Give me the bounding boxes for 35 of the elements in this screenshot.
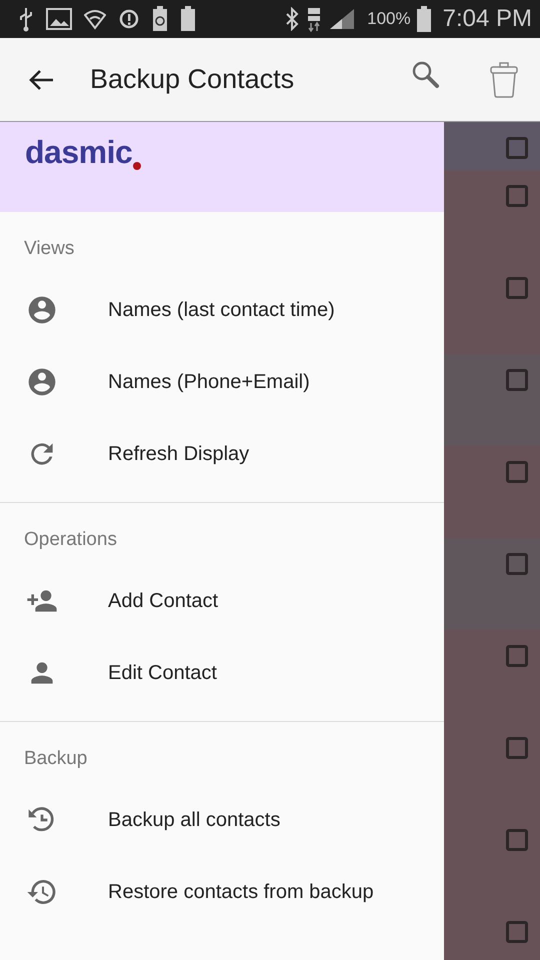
checkbox[interactable] — [506, 921, 528, 943]
checkbox[interactable] — [506, 185, 528, 207]
logo: dasmic — [25, 134, 132, 171]
menu-item[interactable]: Names (last contact time) — [0, 274, 444, 346]
menu-item[interactable]: Edit Contact — [0, 637, 444, 709]
menu-item[interactable]: Add Contact — [0, 565, 444, 637]
menu-item[interactable]: Refresh Display — [0, 418, 444, 490]
checkbox[interactable] — [506, 277, 528, 299]
checkbox[interactable] — [506, 137, 528, 159]
checkbox[interactable] — [506, 737, 528, 759]
usb-icon — [18, 6, 34, 32]
section-heading: Operations — [23, 528, 118, 552]
bluetooth-icon — [285, 7, 300, 31]
clock: 7:04 PM — [442, 5, 532, 33]
image-icon — [46, 8, 72, 30]
search-icon[interactable] — [412, 60, 440, 88]
checkbox[interactable] — [506, 369, 528, 391]
section-heading: Views — [23, 237, 76, 261]
checkbox[interactable] — [506, 553, 528, 575]
section-heading: Backup — [23, 747, 88, 771]
dot-icon — [133, 162, 142, 170]
signal-icon — [329, 8, 356, 30]
menu-item[interactable]: Names (Phone+Email) — [0, 346, 444, 418]
menu-item[interactable]: Restore contacts from backup — [0, 856, 444, 928]
battery-percent: 100% — [367, 9, 411, 29]
app-title: Backup Contacts — [90, 64, 296, 95]
checkbox[interactable] — [506, 461, 528, 483]
checkbox[interactable] — [506, 645, 528, 667]
wifi-icon — [84, 8, 106, 30]
menu-item[interactable]: Backup all contacts — [0, 784, 444, 856]
battery-icon — [416, 6, 431, 32]
back-icon[interactable] — [28, 68, 54, 90]
trash-icon[interactable] — [490, 62, 518, 98]
checkbox[interactable] — [506, 829, 528, 851]
battery-icon — [180, 6, 196, 32]
